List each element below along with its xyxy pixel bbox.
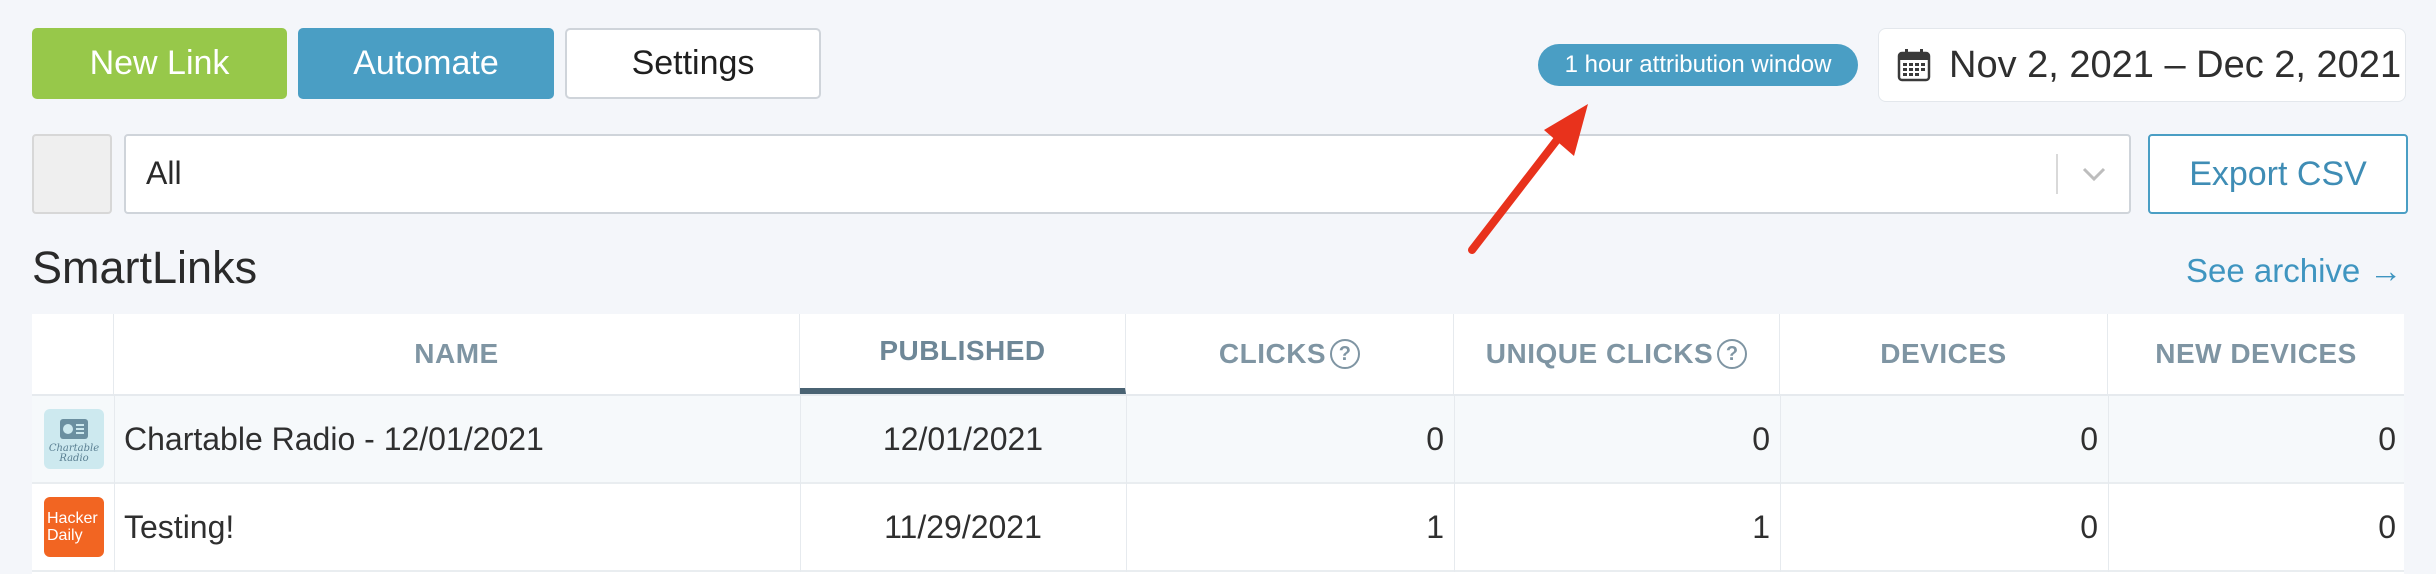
column-header-label: NAME — [414, 338, 499, 369]
column-divider — [1126, 396, 1127, 572]
unique-clicks-value: 1 — [1752, 508, 1770, 545]
podcast-thumbnail: Hacker Daily — [44, 497, 104, 557]
column-header-label: UNIQUE CLICKS — [1485, 338, 1714, 369]
svg-text:Radio: Radio — [58, 453, 88, 464]
settings-button[interactable]: Settings — [565, 28, 821, 99]
clicks-value: 1 — [1426, 508, 1444, 545]
new-devices-value: 0 — [2378, 508, 2396, 545]
calendar-icon — [1897, 49, 1931, 82]
smartlinks-table: NAME PUBLISHED CLICKS? UNIQUE CLICKS? DE… — [32, 314, 2404, 574]
attribution-window-badge[interactable]: 1 hour attribution window — [1538, 44, 1858, 86]
help-icon[interactable]: ? — [1717, 339, 1748, 369]
chevron-down-icon[interactable] — [2076, 156, 2112, 192]
column-header-unique-clicks[interactable]: UNIQUE CLICKS? — [1454, 314, 1780, 394]
filter-select-value: All — [146, 155, 182, 191]
devices-value: 0 — [2080, 508, 2098, 545]
table-row[interactable]: Chartable Radio Chartable Radio - 12/01/… — [32, 396, 2404, 482]
row-divider — [32, 570, 2404, 572]
link-name[interactable]: Testing! — [124, 484, 794, 570]
column-header-devices[interactable]: DEVICES — [1780, 314, 2108, 394]
unique-clicks-value: 0 — [1752, 420, 1770, 457]
link-name[interactable]: Chartable Radio - 12/01/2021 — [124, 396, 794, 482]
column-header-clicks[interactable]: CLICKS? — [1126, 314, 1454, 394]
column-divider — [800, 396, 801, 572]
annotation-arrow-icon — [1468, 104, 1588, 254]
column-divider — [1780, 396, 1781, 572]
column-header-thumbnail — [32, 314, 114, 394]
select-separator — [2056, 154, 2058, 194]
hacker-daily-logo-icon: Hacker Daily — [47, 510, 98, 544]
filter-select[interactable]: All — [124, 134, 2131, 214]
table-row[interactable]: Hacker Daily Testing! 11/29/2021 1 1 0 0 — [32, 484, 2404, 570]
radio-icon: Chartable Radio — [49, 419, 99, 464]
podcast-thumbnail: Chartable Radio — [44, 409, 104, 469]
column-header-new-devices[interactable]: NEW DEVICES — [2108, 314, 2404, 394]
date-range-picker[interactable]: Nov 2, 2021 – Dec 2, 2021 — [1878, 28, 2406, 102]
clicks-value: 0 — [1426, 420, 1444, 457]
published-date: 11/29/2021 — [884, 508, 1042, 545]
column-header-label: PUBLISHED — [879, 335, 1046, 366]
column-divider — [2108, 396, 2109, 572]
published-date: 12/01/2021 — [882, 420, 1044, 457]
column-header-label: DEVICES — [1880, 338, 2007, 369]
column-divider — [114, 396, 115, 572]
date-range-label: Nov 2, 2021 – Dec 2, 2021 — [1949, 43, 2402, 86]
column-header-label: CLICKS — [1218, 338, 1327, 369]
devices-value: 0 — [2080, 420, 2098, 457]
see-archive-link[interactable]: See archive → — [2186, 252, 2402, 290]
select-all-checkbox[interactable] — [32, 134, 112, 214]
new-link-button[interactable]: New Link — [32, 28, 287, 99]
help-icon[interactable]: ? — [1330, 339, 1361, 369]
export-csv-button[interactable]: Export CSV — [2148, 134, 2408, 214]
column-divider — [1454, 396, 1455, 572]
column-header-label: NEW DEVICES — [2155, 338, 2357, 369]
automate-button[interactable]: Automate — [298, 28, 554, 99]
column-header-name[interactable]: NAME — [114, 314, 800, 394]
new-devices-value: 0 — [2378, 420, 2396, 457]
page-title: SmartLinks — [32, 242, 258, 293]
column-header-published[interactable]: PUBLISHED — [800, 314, 1126, 394]
